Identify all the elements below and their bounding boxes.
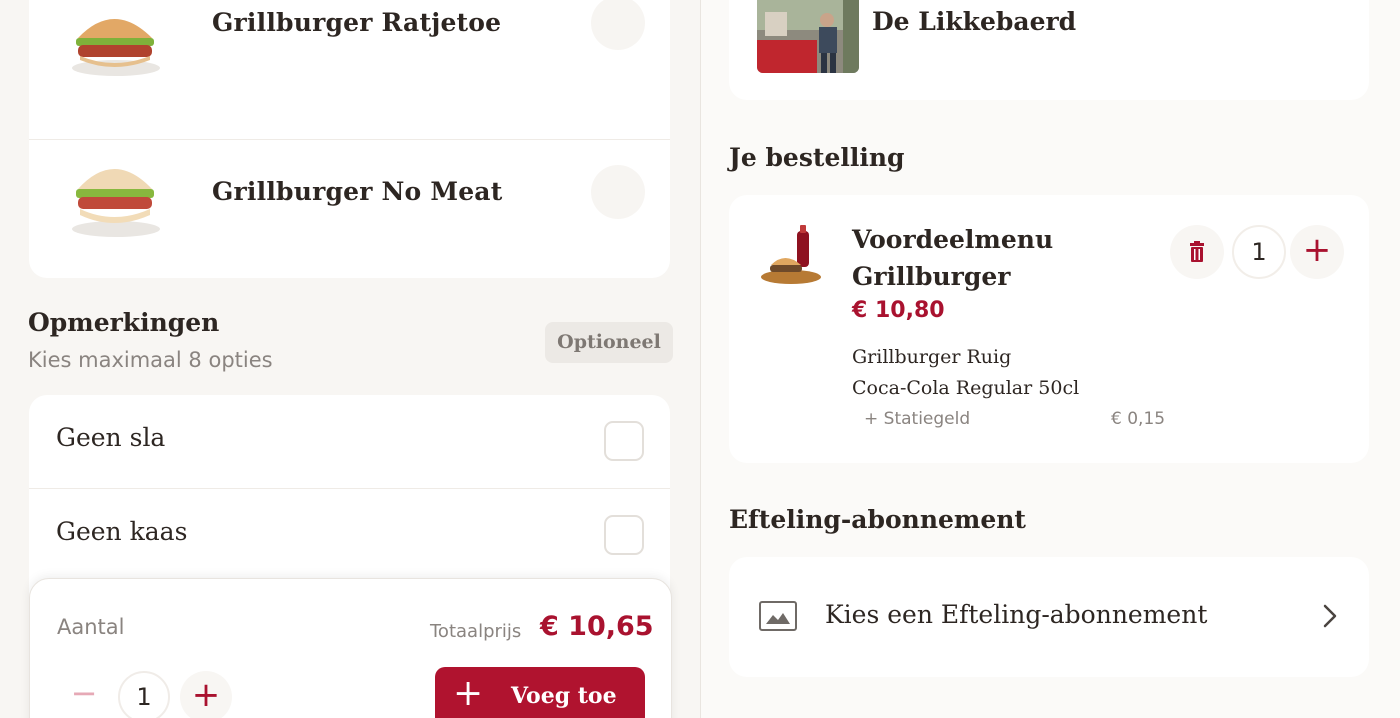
product-choice-card: Grillburger Ratjetoe Grillburger No Meat	[29, 0, 670, 278]
add-to-order-bar: Aantal Totaalprijs € 10,65 − 1 + + Voeg …	[29, 578, 672, 718]
order-title: Je bestelling	[729, 143, 905, 172]
product-options-panel: Grillburger Ratjetoe Grillburger No Meat…	[0, 0, 700, 718]
optional-badge: Optioneel	[545, 322, 673, 363]
increase-quantity-button[interactable]: +	[180, 671, 232, 718]
order-item-name: Voordeelmenu Grillburger	[852, 225, 1054, 291]
deposit-value: € 0,15	[1111, 409, 1166, 429]
burger-ratjetoe-image	[72, 19, 160, 76]
chevron-right-icon	[1323, 604, 1337, 628]
order-item-quantity: 1	[1232, 225, 1286, 279]
remark-option-row[interactable]: Geen sla	[29, 395, 670, 489]
deposit-label: + Statiegeld	[864, 409, 971, 429]
order-item-card: Voordeelmenu Grillburger € 10,80 Grillbu…	[729, 195, 1369, 463]
increase-order-quantity-button[interactable]: +	[1290, 225, 1344, 279]
restaurant-name: De Likkebaerd	[872, 7, 1077, 36]
subscription-select-card[interactable]: Kies een Efteling-abonnement	[729, 557, 1369, 677]
remark-option-label: Geen kaas	[56, 517, 188, 546]
remark-option-row[interactable]: Geen kaas	[29, 489, 670, 583]
remove-item-button[interactable]	[1170, 225, 1224, 279]
trash-icon	[1190, 241, 1204, 262]
burger-no-meat-image	[72, 169, 160, 237]
remarks-title: Opmerkingen	[28, 308, 220, 337]
menu-item-image	[761, 225, 821, 284]
remarks-subtitle: Kies maximaal 8 opties	[28, 348, 273, 372]
decrease-quantity-button[interactable]: −	[60, 671, 108, 718]
total-label: Totaalprijs	[430, 621, 522, 642]
order-item-price: € 10,80	[852, 298, 945, 323]
order-item-component: Grillburger Ruig	[852, 346, 1012, 368]
restaurant-card[interactable]: De Likkebaerd	[729, 0, 1369, 100]
remark-option-label: Geen sla	[56, 423, 166, 452]
order-item-component: Coca-Cola Regular 50cl	[852, 377, 1080, 399]
product-option-row[interactable]: Grillburger No Meat	[29, 109, 670, 279]
product-name: Grillburger No Meat	[212, 177, 503, 206]
product-radio[interactable]	[591, 0, 645, 50]
order-summary-panel: De Likkebaerd Je bestelling Voordeelmenu…	[701, 0, 1400, 718]
quantity-value: 1	[118, 671, 170, 718]
add-button-label: Voeg toe	[511, 683, 617, 709]
remark-checkbox[interactable]	[604, 421, 644, 461]
plus-icon: +	[453, 673, 484, 714]
product-radio[interactable]	[591, 165, 645, 219]
restaurant-photo	[757, 0, 859, 73]
remark-checkbox[interactable]	[604, 515, 644, 555]
subscription-title: Efteling-abonnement	[729, 505, 1026, 534]
product-name: Grillburger Ratjetoe	[212, 8, 502, 37]
subscription-choose-label: Kies een Efteling-abonnement	[825, 600, 1208, 629]
image-placeholder-icon	[759, 601, 797, 631]
add-to-order-button[interactable]: + Voeg toe	[435, 667, 645, 718]
quantity-label: Aantal	[57, 615, 125, 639]
total-price: € 10,65	[540, 611, 654, 642]
